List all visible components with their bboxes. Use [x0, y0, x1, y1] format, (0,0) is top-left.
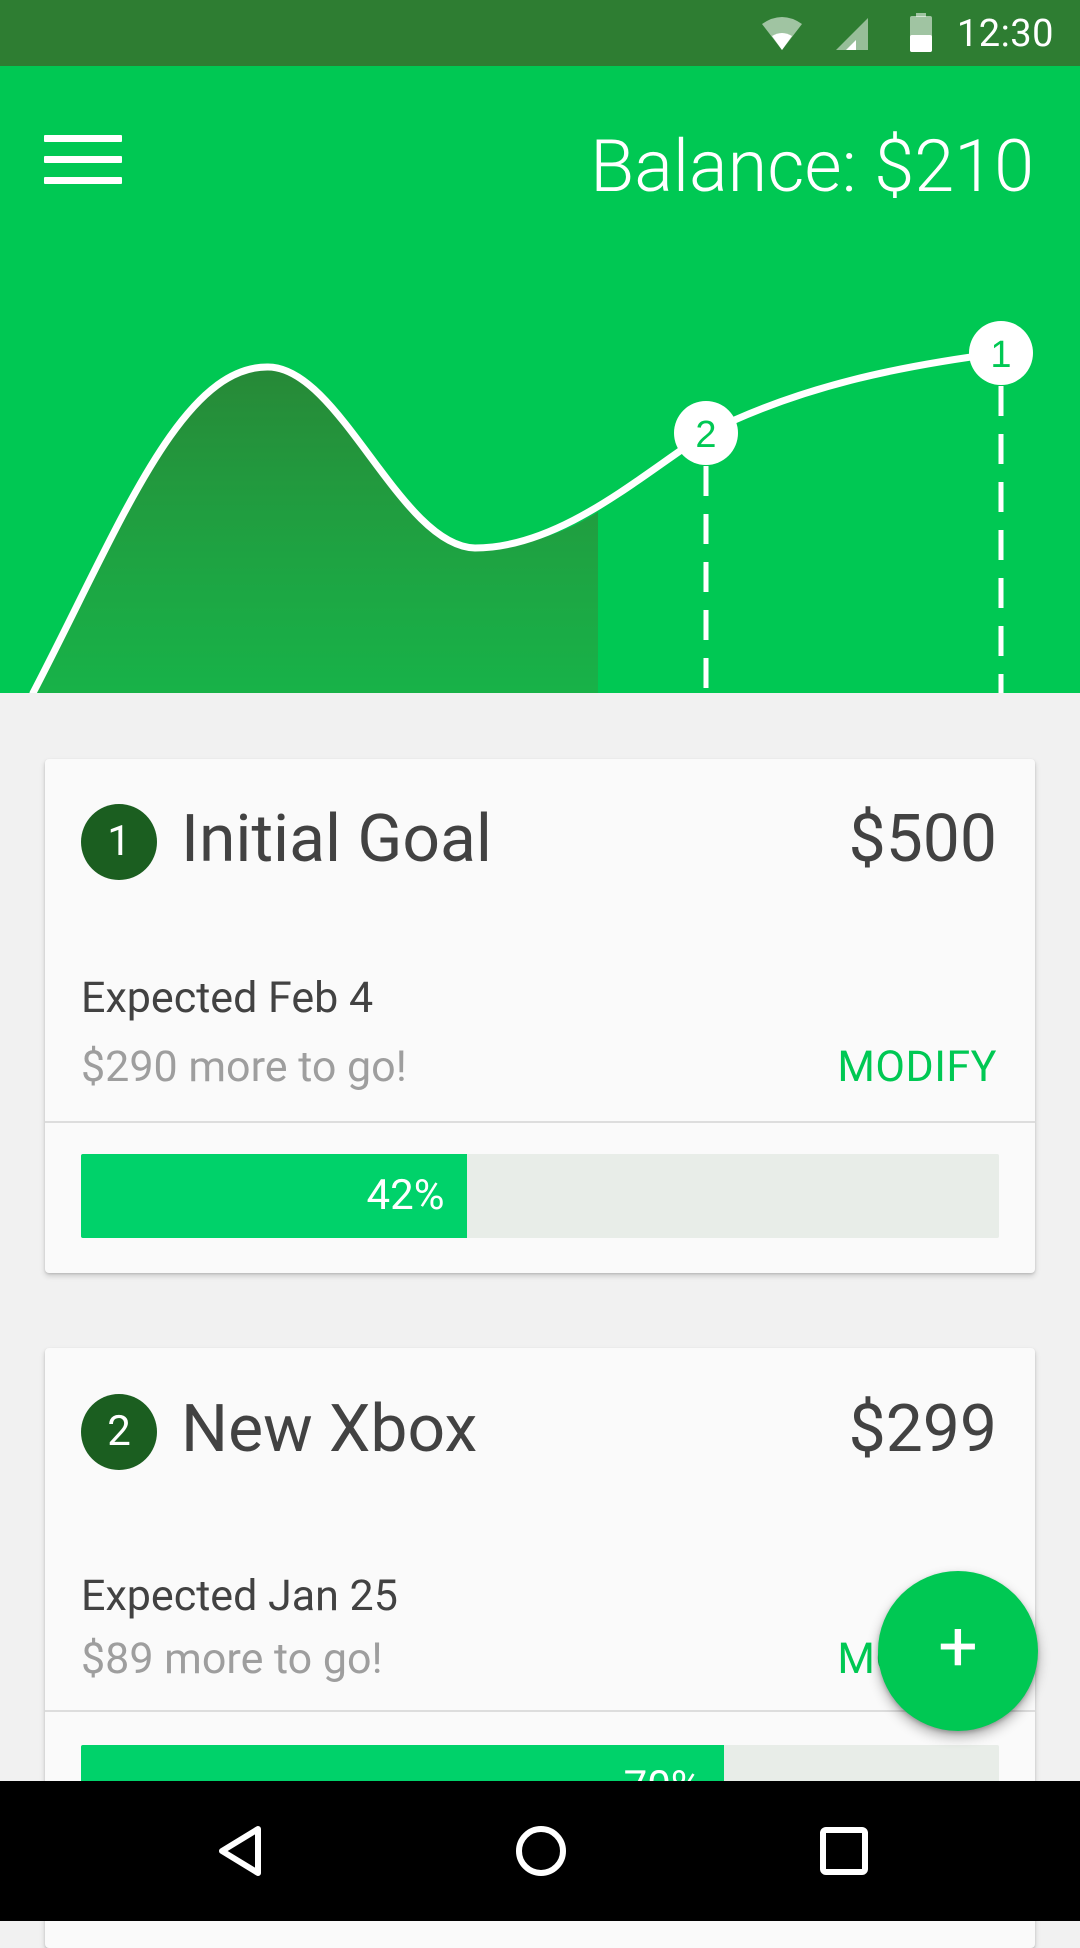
goal-remaining: $290 more to go! [81, 1042, 407, 1092]
goal-number-badge: 1 [81, 804, 157, 880]
balance-value: $210 [874, 124, 1034, 209]
goal-number-badge: 2 [81, 1394, 157, 1470]
system-nav-bar [0, 1781, 1080, 1921]
goal-title: Initial Goal [181, 801, 492, 878]
modify-button[interactable]: MODIFY [837, 1042, 997, 1092]
goal-remaining: $89 more to go! [81, 1634, 383, 1684]
balance-display: Balance: $210 [590, 124, 1034, 209]
add-goal-button[interactable]: + [878, 1571, 1038, 1731]
app-header: 2 1 Balance: $210 [0, 66, 1080, 693]
goal-expected-date: Expected Jan 25 [81, 1571, 398, 1621]
back-icon[interactable] [212, 1823, 268, 1879]
cellular-signal-icon [836, 18, 868, 50]
battery-icon [910, 13, 932, 52]
goal-card: 1 Initial Goal $500 Expected Feb 4 $290 … [45, 759, 1035, 1273]
hamburger-menu-icon[interactable] [40, 124, 130, 194]
card-divider [45, 1710, 1035, 1712]
chart-marker-1-label: 1 [990, 334, 1011, 376]
card-divider [45, 1121, 1035, 1123]
goal-title: New Xbox [181, 1391, 478, 1468]
recents-icon[interactable] [816, 1823, 872, 1879]
goal-amount: $299 [848, 1391, 997, 1468]
status-time: 12:30 [956, 12, 1054, 56]
goal-amount: $500 [848, 801, 997, 878]
home-icon[interactable] [513, 1823, 569, 1879]
status-bar: 12:30 [0, 0, 1080, 66]
chart-marker-2-label: 2 [695, 414, 716, 456]
goal-progress-bar: 42% [81, 1154, 999, 1238]
goal-expected-date: Expected Feb 4 [81, 973, 374, 1023]
goal-progress-text: 42% [366, 1171, 445, 1220]
balance-label: Balance: [590, 124, 857, 209]
plus-icon: + [938, 1606, 978, 1688]
wifi-icon [762, 17, 802, 50]
